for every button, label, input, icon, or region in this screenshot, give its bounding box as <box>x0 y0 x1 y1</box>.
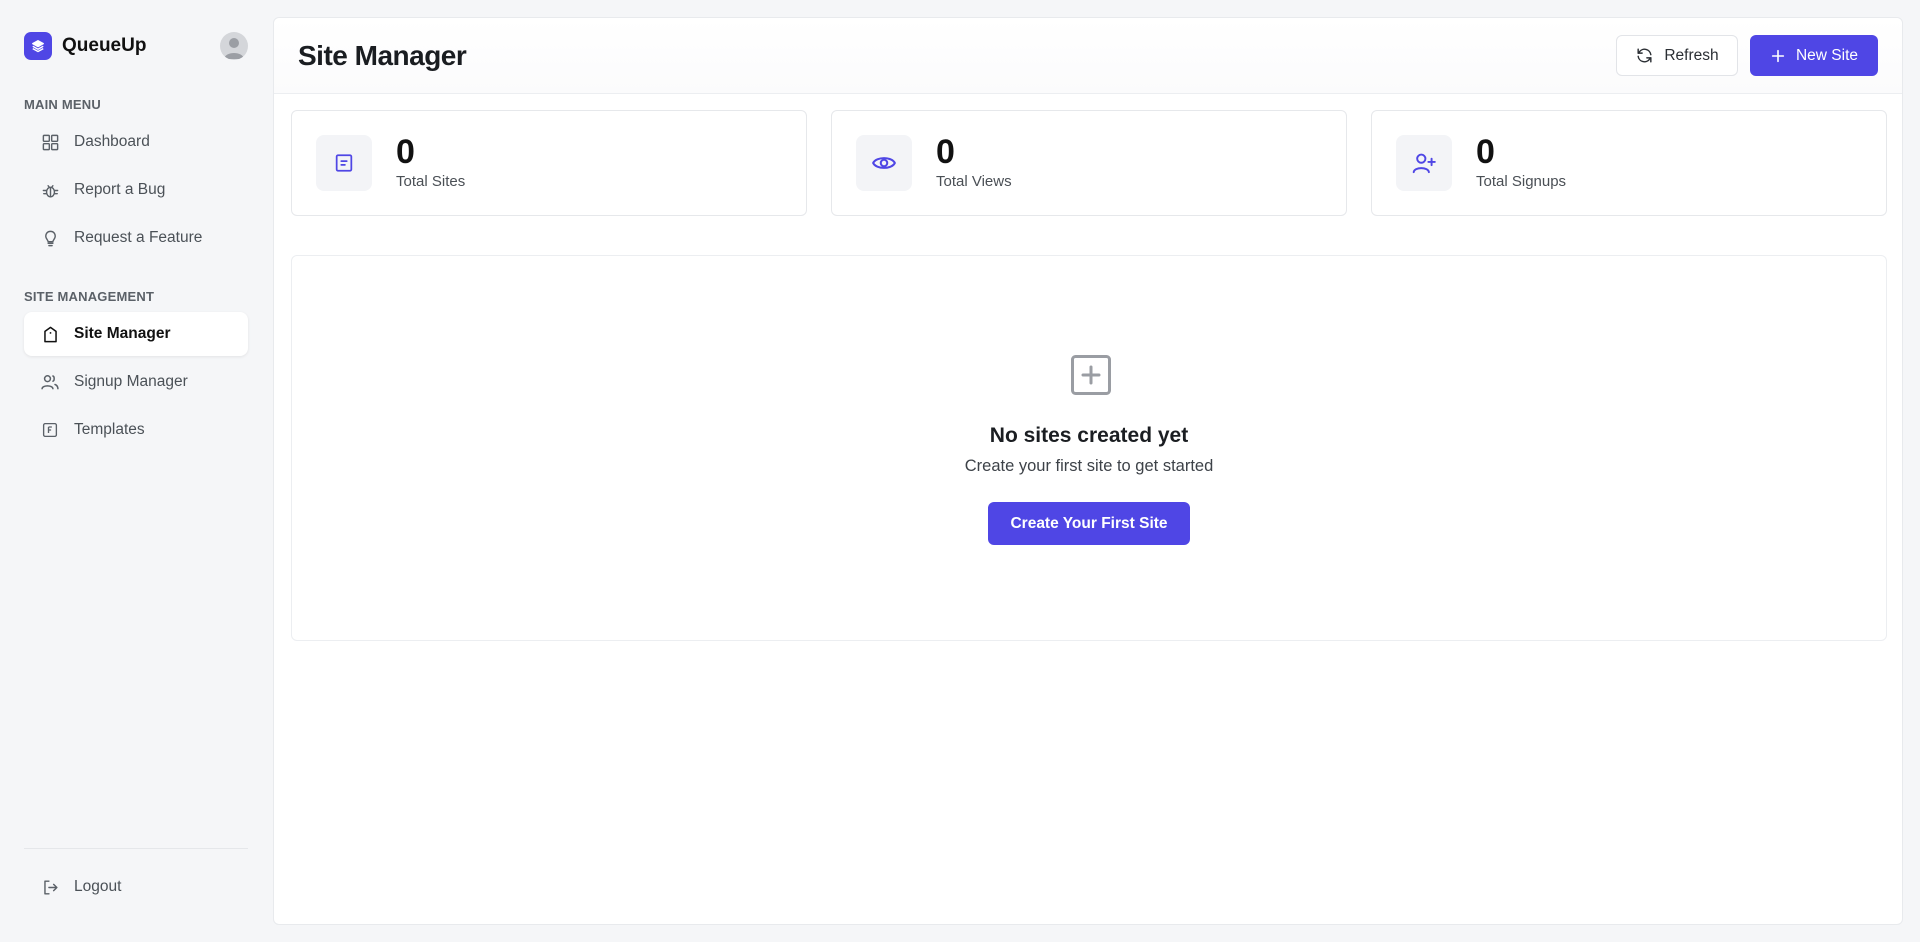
sidebar-item-label: Site Manager <box>74 325 171 342</box>
grid-icon <box>40 132 60 152</box>
app-root: QueueUp MAIN MENU Dashboard Report a Bug… <box>0 0 1920 942</box>
brand[interactable]: QueueUp <box>24 31 146 61</box>
empty-state-subtitle: Create your first site to get started <box>964 457 1214 475</box>
sidebar-item-label: Dashboard <box>74 133 150 150</box>
brand-name: QueueUp <box>62 35 147 56</box>
stat-card-total-views: 0 Total Views <box>831 110 1347 216</box>
eye-icon <box>856 135 912 191</box>
layers-icon <box>24 32 52 60</box>
bug-icon <box>40 180 60 200</box>
new-site-button[interactable]: New Site <box>1750 35 1878 76</box>
site-management-label: SITE MANAGEMENT <box>24 289 155 304</box>
refresh-icon <box>1635 46 1654 65</box>
sidebar-item-request-feature[interactable]: Request a Feature <box>24 216 248 260</box>
sidebar-item-signup-manager[interactable]: Signup Manager <box>24 360 248 404</box>
sidebar-item-templates[interactable]: Templates <box>24 408 248 452</box>
logout-label: Logout <box>74 878 122 895</box>
sidebar-divider <box>24 848 248 849</box>
stat-label: Total Views <box>936 173 1012 190</box>
empty-state-panel: No sites created yet Create your first s… <box>291 255 1887 641</box>
lightbulb-icon <box>40 228 60 248</box>
refresh-label: Refresh <box>1664 46 1719 64</box>
empty-state-title: No sites created yet <box>989 424 1189 447</box>
sidebar: QueueUp MAIN MENU Dashboard Report a Bug… <box>0 0 272 942</box>
user-plus-icon <box>1396 135 1452 191</box>
refresh-button[interactable]: Refresh <box>1616 35 1738 76</box>
stat-card-total-sites: 0 Total Sites <box>291 110 807 216</box>
sidebar-item-label: Request a Feature <box>74 229 203 246</box>
plus-icon <box>1770 48 1786 64</box>
logout-icon <box>40 877 60 897</box>
sidebar-item-report-bug[interactable]: Report a Bug <box>24 168 248 212</box>
plus-square-icon <box>1070 354 1112 396</box>
user-avatar-icon[interactable] <box>220 32 248 60</box>
document-icon <box>316 135 372 191</box>
stat-card-total-signups: 0 Total Signups <box>1371 110 1887 216</box>
template-icon <box>40 420 60 440</box>
new-site-label: New Site <box>1795 46 1859 64</box>
sidebar-item-dashboard[interactable]: Dashboard <box>24 120 248 164</box>
stat-label: Total Sites <box>396 173 466 190</box>
stat-value: 0 <box>1476 133 1495 171</box>
stat-value: 0 <box>936 133 955 171</box>
users-icon <box>40 372 60 392</box>
create-first-site-button[interactable]: Create Your First Site <box>988 502 1190 545</box>
stat-label: Total Signups <box>1476 173 1567 190</box>
sidebar-item-label: Signup Manager <box>74 373 188 390</box>
sidebar-item-label: Templates <box>74 421 145 438</box>
main-panel: Site Manager Refresh New Site 0 Total Si… <box>273 17 1903 925</box>
shopping-bag-icon <box>40 324 60 344</box>
main-menu-label: MAIN MENU <box>24 97 101 112</box>
main-header: Site Manager Refresh New Site <box>274 18 1902 94</box>
sidebar-item-site-manager[interactable]: Site Manager <box>24 312 248 356</box>
sidebar-item-label: Report a Bug <box>74 181 166 198</box>
stat-value: 0 <box>396 133 415 171</box>
logout-button[interactable]: Logout <box>24 865 248 909</box>
page-title: Site Manager <box>298 40 467 71</box>
